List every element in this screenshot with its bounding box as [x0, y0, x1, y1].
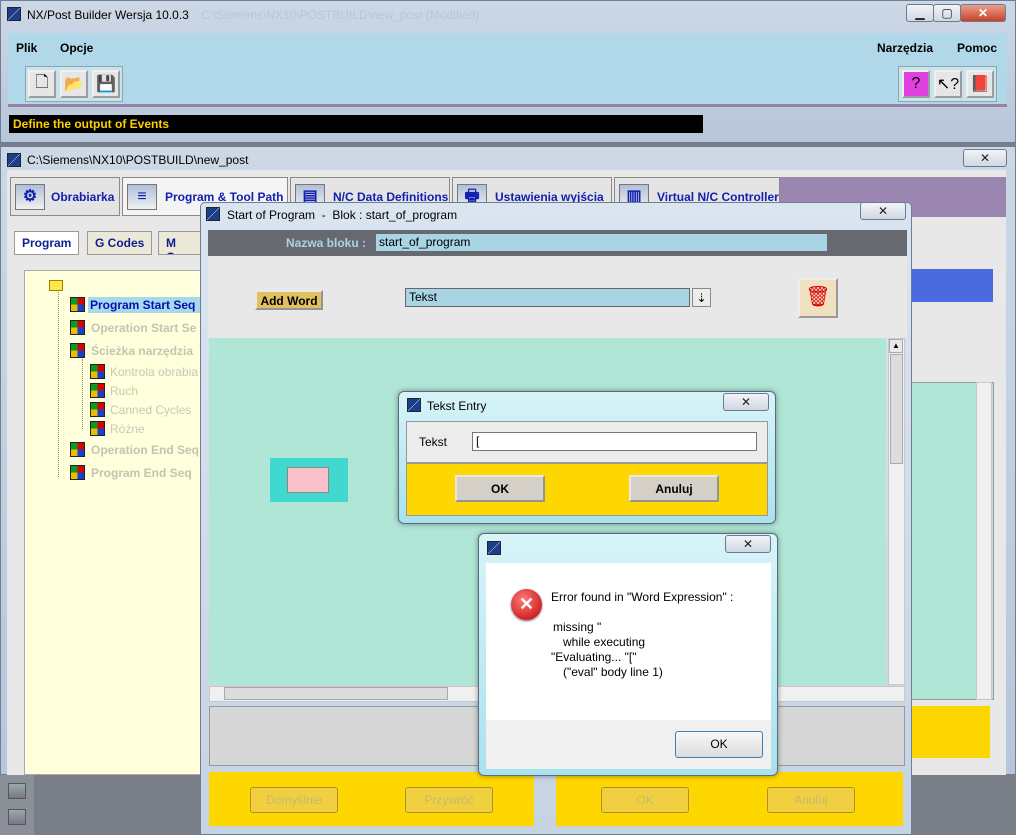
- window-stack-icon: [8, 783, 26, 799]
- tree-item[interactable]: Kontrola obrabia: [110, 365, 206, 379]
- folder-icon: [49, 280, 63, 291]
- tree-item[interactable]: Ruch: [110, 384, 138, 398]
- balloon-help-icon[interactable]: ?: [902, 70, 930, 98]
- text-entry-close-button[interactable]: ✕: [723, 393, 769, 411]
- save-icon[interactable]: 💾: [92, 70, 120, 98]
- error-line: ("eval" body line 1): [563, 665, 663, 679]
- menu-file[interactable]: Plik: [16, 41, 37, 55]
- main-window: NX/Post Builder Wersja 10.0.3 C:\Siemens…: [0, 0, 1016, 143]
- error-line: "Evaluating... "[": [551, 650, 637, 664]
- post-window-title: C:\Siemens\NX10\POSTBUILD\new_post: [27, 153, 249, 167]
- menu-tools[interactable]: Narzędzia: [877, 41, 933, 55]
- add-word-button[interactable]: Add Word: [255, 290, 323, 310]
- window-stack-icon: [8, 809, 26, 825]
- blue-header-strip: [906, 269, 993, 302]
- post-close-button[interactable]: ✕: [963, 149, 1007, 167]
- error-dialog-icon: [487, 541, 501, 555]
- cube-icon: [90, 402, 105, 417]
- context-help-icon[interactable]: ↖?: [934, 70, 962, 98]
- right-yellow-panel: [906, 706, 990, 758]
- block-ok-button[interactable]: OK: [601, 787, 689, 813]
- block-close-button[interactable]: ✕: [860, 202, 906, 220]
- subtab-g-codes[interactable]: G Codes: [87, 231, 153, 255]
- subtab-program[interactable]: Program: [14, 231, 80, 255]
- minimize-button[interactable]: ▁: [906, 4, 934, 22]
- default-button[interactable]: Domyślnie: [250, 787, 338, 813]
- close-button[interactable]: ✕: [960, 4, 1006, 22]
- scroll-up-arrow[interactable]: ▲: [889, 339, 903, 353]
- error-line: while executing: [563, 635, 646, 649]
- cube-icon: [70, 320, 85, 335]
- text-entry-icon: [407, 398, 421, 412]
- text-entry-title: Tekst Entry: [427, 399, 487, 413]
- cube-icon: [70, 343, 85, 358]
- tab-machine[interactable]: ⚙ Obrabiarka: [10, 177, 120, 216]
- hscroll-thumb[interactable]: [224, 687, 448, 700]
- desktop-strip: [0, 775, 34, 835]
- machine-tab-icon: ⚙: [15, 184, 45, 210]
- right-scrollbar[interactable]: [976, 382, 992, 700]
- cube-icon: [70, 442, 85, 457]
- app-icon: [7, 7, 21, 21]
- error-heading: Error found in "Word Expression" :: [551, 590, 734, 604]
- word-select[interactable]: Tekst: [405, 288, 690, 307]
- tree-item[interactable]: Ścieżka narzędzia: [91, 344, 206, 358]
- text-entry-cancel-button[interactable]: Anuluj: [629, 475, 719, 502]
- block-window-icon: [206, 207, 220, 221]
- toolbar: 🗋 📂 💾 ? ↖? 📕: [8, 63, 1007, 107]
- restore-button[interactable]: Przywróć: [405, 787, 493, 813]
- text-entry-label: Tekst: [419, 435, 448, 449]
- menu-help[interactable]: Pomoc: [957, 41, 997, 55]
- post-window-icon: [7, 153, 21, 167]
- text-entry-input[interactable]: [: [472, 432, 757, 451]
- tree-item[interactable]: Program End Seq: [91, 466, 206, 480]
- block-window-title: Start of Program - Blok : start_of_progr…: [227, 208, 458, 222]
- tree-item[interactable]: Różne: [110, 422, 145, 436]
- cube-icon: [90, 421, 105, 436]
- text-entry-ok-button[interactable]: OK: [455, 475, 545, 502]
- word-placeholder[interactable]: [270, 458, 348, 502]
- block-name-field[interactable]: start_of_program: [376, 234, 827, 251]
- tree-item[interactable]: Program Start Seq: [88, 297, 206, 313]
- main-window-title: NX/Post Builder Wersja 10.0.3: [27, 8, 189, 22]
- block-name-label: Nazwa bloku :: [286, 236, 367, 250]
- cube-icon: [70, 297, 85, 312]
- open-folder-icon[interactable]: 📂: [60, 70, 88, 98]
- cube-icon: [90, 364, 105, 379]
- new-file-icon[interactable]: 🗋: [28, 70, 56, 98]
- tree-item[interactable]: Canned Cycles: [110, 403, 191, 417]
- scroll-thumb[interactable]: [890, 354, 903, 464]
- error-close-button[interactable]: ✕: [725, 535, 771, 553]
- maximize-button[interactable]: ▢: [933, 4, 961, 22]
- trash-icon[interactable]: 🗑: [798, 278, 838, 318]
- cube-icon: [70, 465, 85, 480]
- manual-book-icon[interactable]: 📕: [966, 70, 994, 98]
- error-line: missing ": [553, 620, 602, 634]
- program-tab-icon: ≡: [127, 184, 157, 210]
- subtab-m-codes[interactable]: M Co: [158, 231, 202, 255]
- tree-item[interactable]: Operation End Seq: [91, 443, 206, 457]
- status-bar: Define the output of Events: [9, 115, 703, 133]
- error-ok-button[interactable]: OK: [675, 731, 763, 758]
- cube-icon: [90, 383, 105, 398]
- menu-options[interactable]: Opcje: [60, 41, 93, 55]
- block-cancel-button[interactable]: Anuluj: [767, 787, 855, 813]
- status-text: Define the output of Events: [13, 117, 169, 131]
- menu-bar: Plik Opcje Narzędzia Pomoc: [8, 33, 1007, 63]
- error-x-icon: ✕: [511, 589, 542, 620]
- ghost-title: C:\Siemens\NX10\POSTBUILD\new_post (Modi…: [201, 8, 480, 22]
- tree-item[interactable]: Operation Start Se: [91, 321, 206, 335]
- dropdown-arrow-icon[interactable]: ⇣: [692, 288, 711, 307]
